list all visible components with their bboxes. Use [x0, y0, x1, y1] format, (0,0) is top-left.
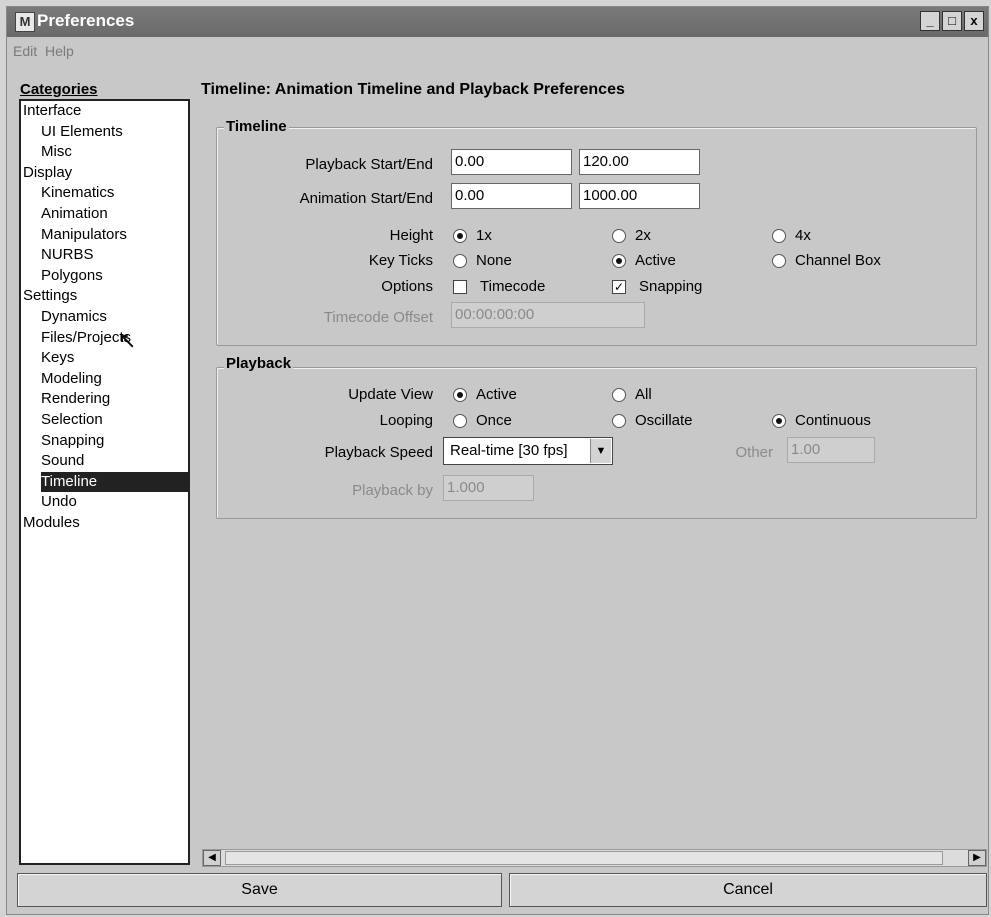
categories-list[interactable]: Interface UI Elements Misc Display Kinematic…: [19, 99, 190, 865]
height-4x-label: 4x: [795, 227, 811, 244]
category-item-keys[interactable]: Keys: [41, 348, 74, 368]
horizontal-scrollbar[interactable]: ◀ ▶: [202, 849, 987, 867]
category-item-selection[interactable]: Selection: [41, 410, 103, 430]
category-item-undo[interactable]: Undo: [41, 492, 77, 512]
category-item-dynamics[interactable]: Dynamics: [41, 307, 107, 327]
key-ticks-none-label: None: [476, 252, 512, 269]
category-item-animation[interactable]: Animation: [41, 204, 108, 224]
preferences-window: M Preferences _ □ x Edit Help Categories…: [6, 6, 989, 915]
window-title: Preferences: [37, 11, 135, 30]
key-ticks-active-label: Active: [635, 252, 676, 269]
minimize-button[interactable]: _: [920, 11, 940, 31]
category-item-interface[interactable]: Interface: [23, 101, 81, 121]
looping-oscillate-label: Oscillate: [635, 412, 693, 429]
height-1x-label: 1x: [476, 227, 492, 244]
options-label: Options: [381, 278, 433, 295]
category-item-polygons[interactable]: Polygons: [41, 266, 103, 286]
looping-oscillate-radio[interactable]: [612, 414, 626, 428]
playback-by-label: Playback by: [352, 482, 433, 499]
categories-label: Categories: [20, 81, 98, 98]
update-view-active-label: Active: [476, 386, 517, 403]
page-title: Timeline: Animation Timeline and Playbac…: [201, 81, 625, 98]
category-item-sound[interactable]: Sound: [41, 451, 84, 471]
app-icon: M: [15, 12, 35, 32]
height-1x-radio[interactable]: [453, 229, 467, 243]
snapping-label: Snapping: [639, 278, 703, 295]
key-ticks-active-radio[interactable]: [612, 254, 626, 268]
key-ticks-label: Key Ticks: [368, 252, 433, 269]
playback-end-field[interactable]: 120.00: [579, 149, 700, 175]
category-item-ui-elements[interactable]: UI Elements: [41, 122, 123, 142]
update-view-active-radio[interactable]: [453, 388, 467, 402]
category-item-modules[interactable]: Modules: [23, 513, 80, 533]
scroll-left-arrow-icon[interactable]: ◀: [203, 850, 221, 866]
mouse-cursor-icon: ↖: [118, 328, 137, 353]
category-item-misc[interactable]: Misc: [41, 142, 72, 162]
category-item-manipulators[interactable]: Manipulators: [41, 225, 127, 245]
close-button[interactable]: x: [964, 11, 984, 31]
menu-edit[interactable]: Edit: [13, 43, 37, 59]
animation-end-field[interactable]: 1000.00: [579, 183, 700, 209]
scrollbar-thumb[interactable]: [225, 851, 943, 865]
height-4x-radio[interactable]: [772, 229, 786, 243]
scroll-right-arrow-icon[interactable]: ▶: [968, 850, 986, 866]
playback-by-field: 1.000: [443, 475, 534, 501]
menu-help[interactable]: Help: [45, 43, 74, 59]
key-ticks-none-radio[interactable]: [453, 254, 467, 268]
playback-speed-label: Playback Speed: [324, 444, 433, 461]
key-ticks-channel-box-label: Channel Box: [795, 252, 881, 269]
update-view-label: Update View: [348, 386, 433, 403]
category-item-nurbs[interactable]: NURBS: [41, 245, 94, 265]
timecode-checkbox[interactable]: [453, 280, 467, 294]
timeline-group-title: Timeline: [224, 118, 289, 135]
title-bar: M Preferences _ □ x: [7, 7, 988, 37]
playback-speed-dropdown[interactable]: Real-time [30 fps] ▼: [443, 437, 613, 465]
playback-start-end-label: Playback Start/End: [305, 156, 433, 173]
looping-continuous-label: Continuous: [795, 412, 871, 429]
height-label: Height: [389, 227, 433, 244]
looping-once-label: Once: [476, 412, 512, 429]
looping-continuous-radio[interactable]: [772, 414, 786, 428]
timecode-offset-label: Timecode Offset: [323, 309, 433, 326]
save-button[interactable]: Save: [17, 873, 502, 907]
animation-start-field[interactable]: 0.00: [451, 183, 572, 209]
playback-group-title: Playback: [224, 355, 294, 372]
category-item-display[interactable]: Display: [23, 163, 72, 183]
maximize-button[interactable]: □: [942, 11, 962, 31]
key-ticks-channel-box-radio[interactable]: [772, 254, 786, 268]
chevron-down-icon[interactable]: ▼: [590, 439, 611, 463]
update-view-all-radio[interactable]: [612, 388, 626, 402]
other-field: 1.00: [787, 437, 875, 463]
timecode-offset-field: 00:00:00:00: [451, 302, 645, 328]
category-item-kinematics[interactable]: Kinematics: [41, 183, 114, 203]
height-2x-radio[interactable]: [612, 229, 626, 243]
update-view-all-label: All: [635, 386, 652, 403]
playback-speed-value: Real-time [30 fps]: [450, 442, 568, 459]
category-item-snapping[interactable]: Snapping: [41, 431, 104, 451]
category-item-timeline[interactable]: Timeline: [41, 471, 188, 492]
animation-start-end-label: Animation Start/End: [299, 190, 433, 207]
playback-start-field[interactable]: 0.00: [451, 149, 572, 175]
other-label: Other: [735, 444, 773, 461]
cancel-button[interactable]: Cancel: [509, 873, 987, 907]
looping-once-radio[interactable]: [453, 414, 467, 428]
height-2x-label: 2x: [635, 227, 651, 244]
category-item-modeling[interactable]: Modeling: [41, 369, 102, 389]
snapping-checkbox[interactable]: ✓: [612, 280, 626, 294]
timecode-label: Timecode: [480, 278, 546, 295]
looping-label: Looping: [379, 412, 433, 429]
category-item-settings[interactable]: Settings: [23, 286, 77, 306]
category-item-rendering[interactable]: Rendering: [41, 389, 110, 409]
